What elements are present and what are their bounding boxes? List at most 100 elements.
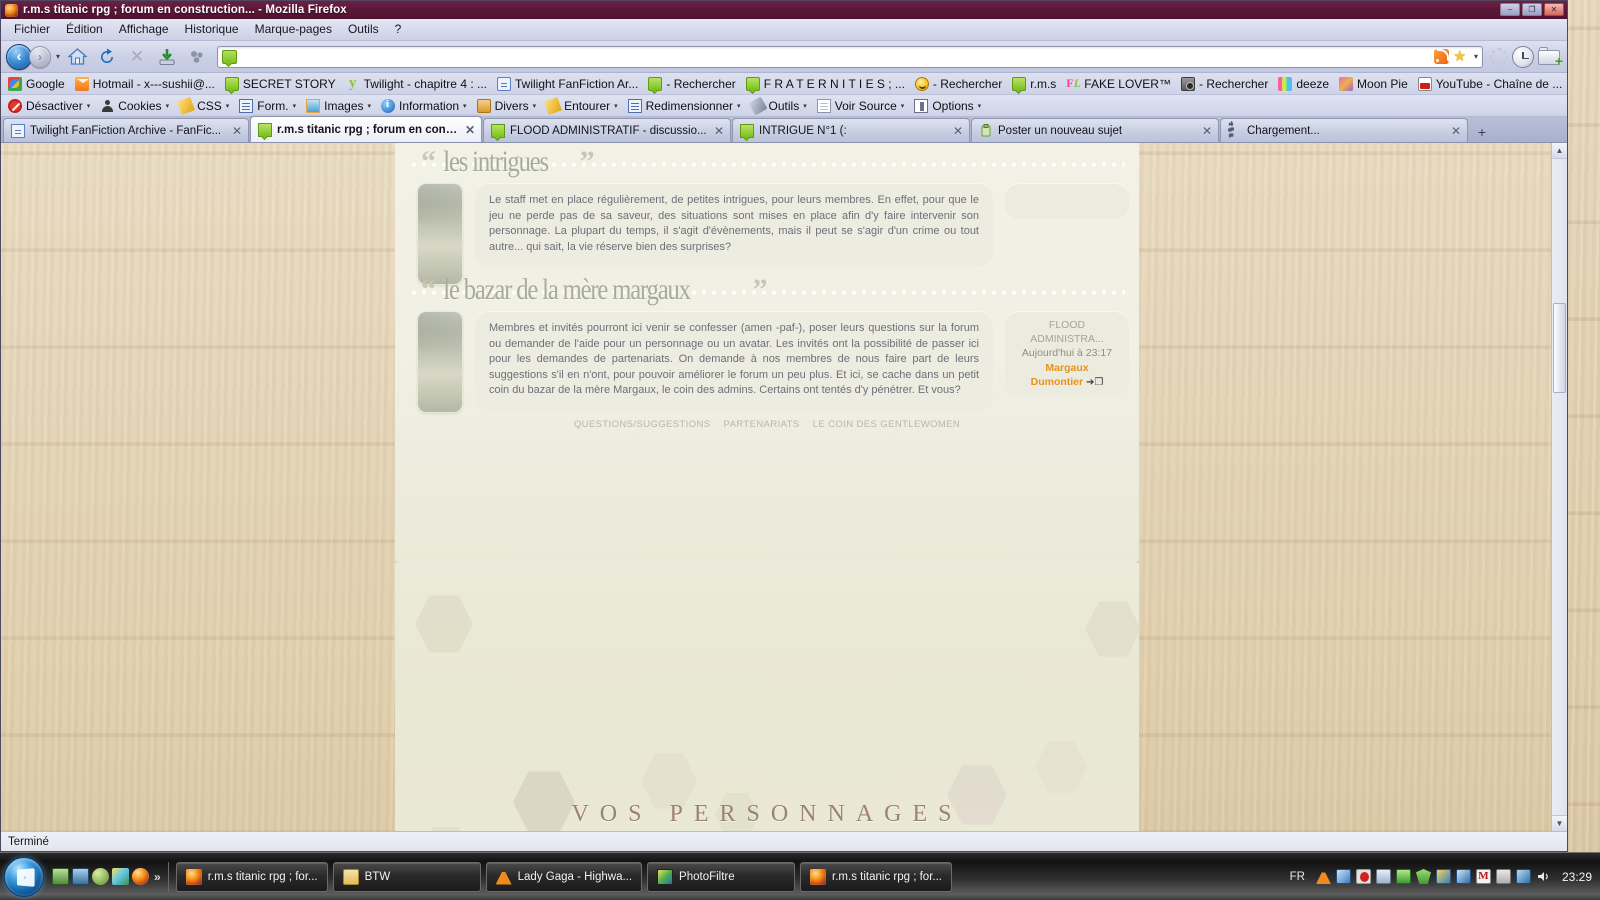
- sync-tray-icon[interactable]: [1435, 869, 1451, 884]
- bookmark-google[interactable]: Google: [4, 76, 69, 92]
- addon-gear-icon[interactable]: [184, 44, 210, 70]
- notepad-icon[interactable]: [52, 868, 69, 885]
- tab-rms-titanic[interactable]: r.m.s titanic rpg ; forum en constr... ✕: [250, 116, 482, 142]
- bookmark-twilight-chapitre[interactable]: y Twilight - chapitre 4 : ...: [342, 75, 491, 92]
- bookmark-moon-pie[interactable]: Moon Pie: [1335, 76, 1412, 92]
- scrollbar-thumb[interactable]: [1553, 303, 1566, 393]
- start-button[interactable]: [4, 856, 44, 897]
- task-button-vlc[interactable]: Lady Gaga - Highwa...: [485, 861, 643, 892]
- tab-intrigue-n1[interactable]: INTRIGUE N°1 (: ✕: [732, 118, 970, 142]
- bookmark-rechercher-3[interactable]: - Rechercher: [1177, 76, 1272, 92]
- menu-affichage[interactable]: Affichage: [112, 20, 176, 39]
- devbar-voir-source[interactable]: Voir Source ▾: [813, 98, 909, 114]
- rss-icon[interactable]: [1433, 49, 1449, 64]
- section-title[interactable]: les intrigues: [440, 145, 551, 179]
- last-post-topic-line1[interactable]: FLOOD: [1011, 318, 1123, 332]
- bookmark-star-icon[interactable]: ★: [1453, 49, 1469, 64]
- green-tray-icon[interactable]: [1395, 869, 1411, 884]
- forward-button[interactable]: ›: [29, 45, 51, 68]
- scroll-down-button[interactable]: ▼: [1552, 815, 1567, 831]
- tab-poster-nouveau-sujet[interactable]: Poster un nouveau sujet ✕: [971, 118, 1219, 142]
- last-post-author-line1[interactable]: Margaux: [1011, 361, 1123, 375]
- bookmark-twilight-fanfiction[interactable]: Twilight FanFiction Ar...: [493, 76, 642, 92]
- devbar-css[interactable]: CSS ▾: [175, 96, 233, 115]
- taskbar-clock[interactable]: 23:29: [1562, 870, 1592, 884]
- scroll-up-button[interactable]: ▲: [1552, 143, 1567, 159]
- home-icon[interactable]: [64, 44, 90, 70]
- urlbar-dropdown-icon[interactable]: ▾: [1474, 52, 1478, 61]
- bookmark-rms[interactable]: r.m.s: [1008, 76, 1060, 92]
- photo-icon[interactable]: [112, 868, 129, 885]
- devbar-cookies[interactable]: Cookies ▾: [96, 98, 173, 114]
- vlc-tray-icon[interactable]: [1315, 869, 1331, 884]
- task-button-photofiltre[interactable]: PhotoFiltre: [647, 861, 796, 892]
- history-clock-icon[interactable]: [1512, 45, 1534, 68]
- language-indicator[interactable]: FR: [1290, 871, 1305, 883]
- subforum-link-gentlewomen[interactable]: LE COIN DES GENTLEWOMEN: [813, 419, 961, 430]
- tab-flood-administratif[interactable]: FLOOD ADMINISTRATIF - discussio... ✕: [483, 118, 731, 142]
- devbar-images[interactable]: Images ▾: [302, 98, 375, 114]
- edit-tray-icon[interactable]: [1335, 869, 1351, 884]
- download-icon[interactable]: [154, 44, 180, 70]
- bookmark-secret-story[interactable]: SECRET STORY: [221, 76, 340, 92]
- battery-tray-icon[interactable]: [1495, 869, 1511, 884]
- last-post-box[interactable]: [1005, 183, 1129, 219]
- close-icon[interactable]: ✕: [1202, 125, 1212, 137]
- menu-outils[interactable]: Outils: [341, 20, 386, 39]
- error-tray-icon[interactable]: [1355, 869, 1371, 884]
- bookmark-rechercher-1[interactable]: - Rechercher: [644, 76, 739, 92]
- close-button[interactable]: ✕: [1544, 3, 1564, 16]
- menu-historique[interactable]: Historique: [178, 20, 246, 39]
- last-post-author-line2[interactable]: Dumontier: [1031, 376, 1084, 388]
- bookmark-fake-lover[interactable]: FL FAKE LOVER™: [1062, 76, 1175, 92]
- devbar-information[interactable]: Information ▾: [377, 98, 471, 114]
- network-tray-icon[interactable]: [1515, 869, 1531, 884]
- tab-twilight-fanfiction[interactable]: Twilight FanFiction Archive - FanFic... …: [3, 118, 249, 142]
- minimize-button[interactable]: –: [1500, 3, 1520, 16]
- m-tray-icon[interactable]: M: [1475, 869, 1491, 884]
- devbar-form[interactable]: Form. ▾: [235, 98, 300, 114]
- section-title[interactable]: le bazar de la mère margaux: [440, 273, 693, 307]
- volume-tray-icon[interactable]: [1536, 869, 1551, 884]
- chevron-down-icon[interactable]: ▾: [56, 52, 60, 61]
- menu-help[interactable]: ?: [388, 20, 409, 39]
- task-button-btw[interactable]: BTW: [332, 861, 481, 892]
- url-bar[interactable]: ★ ▾: [217, 45, 1483, 68]
- bookmark-youtube[interactable]: YouTube - Chaîne de ...: [1414, 76, 1567, 92]
- last-post-topic-line2[interactable]: ADMINISTRA...: [1011, 332, 1123, 346]
- shield-tray-icon[interactable]: [1415, 869, 1431, 884]
- close-icon[interactable]: ✕: [232, 125, 242, 137]
- new-tab-button[interactable]: +: [1471, 122, 1493, 142]
- devbar-divers[interactable]: Divers ▾: [473, 98, 541, 114]
- menu-edition[interactable]: Édition: [59, 20, 110, 39]
- close-icon[interactable]: ✕: [714, 125, 724, 137]
- stop-icon[interactable]: ✕: [124, 44, 150, 70]
- subforum-link-partenariats[interactable]: PARTENARIATS: [724, 419, 800, 430]
- media-icon[interactable]: [92, 868, 109, 885]
- reload-icon[interactable]: [94, 44, 120, 70]
- blue-tray-icon[interactable]: [1455, 869, 1471, 884]
- goto-last-post-icon[interactable]: ➔❐: [1086, 377, 1103, 388]
- last-post-box[interactable]: FLOOD ADMINISTRA... Aujourd'hui à 23:17 …: [1005, 311, 1129, 397]
- printer-tray-icon[interactable]: [1375, 869, 1391, 884]
- close-icon[interactable]: ✕: [953, 125, 963, 137]
- bookmark-deezer[interactable]: deeze: [1274, 76, 1333, 92]
- bookmark-fraternities[interactable]: F R A T E R N I T I E S ; ...: [742, 76, 909, 92]
- overflow-chevron-icon[interactable]: »: [154, 870, 161, 884]
- task-button-firefox-2[interactable]: r.m.s titanic rpg ; for...: [800, 861, 952, 892]
- devbar-desactiver[interactable]: Désactiver ▾: [4, 98, 94, 114]
- desktop-icon[interactable]: [72, 868, 89, 885]
- devbar-redimensionner[interactable]: Redimensionner ▾: [624, 98, 745, 114]
- vertical-scrollbar[interactable]: ▲ ▼: [1551, 143, 1567, 831]
- firefox-icon[interactable]: [132, 868, 149, 885]
- devbar-outils[interactable]: Outils ▾: [747, 95, 811, 116]
- subforum-link-questions[interactable]: QUESTIONS/SUGGESTIONS: [574, 419, 711, 430]
- menu-fichier[interactable]: Fichier: [7, 20, 57, 39]
- folder-plus-icon[interactable]: +: [1538, 46, 1563, 68]
- close-icon[interactable]: ✕: [1451, 125, 1461, 137]
- bookmark-rechercher-2[interactable]: - Rechercher: [911, 76, 1006, 92]
- menu-marque-pages[interactable]: Marque-pages: [248, 20, 339, 39]
- tab-chargement[interactable]: Chargement... ✕: [1220, 118, 1468, 142]
- bookmark-hotmail[interactable]: Hotmail - x---sushii@...: [71, 76, 219, 92]
- devbar-entourer[interactable]: Entourer ▾: [542, 96, 622, 115]
